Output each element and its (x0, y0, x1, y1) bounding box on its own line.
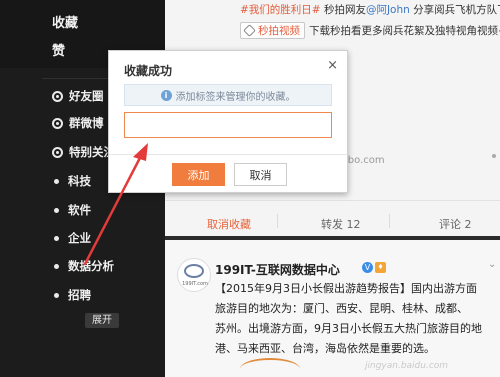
image-thumbnail[interactable] (240, 358, 300, 377)
sidebar-item-label: 好友圈 (69, 89, 104, 103)
sidebar-item-label: 企业 (68, 231, 91, 245)
post-line: 港、马来西亚、台湾，海岛依然是重要的选。 (215, 342, 435, 355)
video-tag[interactable]: 秒拍视频 (240, 22, 305, 39)
author-name[interactable]: 199IT-互联网数据中心 (215, 261, 340, 278)
vip-badge-icon: ♦ (375, 262, 386, 273)
sidebar-item-special-follow[interactable]: 特别关注 (52, 142, 115, 162)
post-line: 苏州。出境游方面，9月3日小长假五大热门旅游目的地 (215, 322, 482, 335)
verified-icon: V (362, 262, 373, 273)
bullet-icon (54, 263, 59, 269)
divider (109, 154, 347, 155)
post-line: 旅游目的地次为：厦门、西安、昆明、桂林、成都、 (215, 302, 468, 315)
sidebar-item-label: 科技 (68, 174, 91, 188)
sidebar-item-label: 群微博 (69, 116, 104, 130)
chevron-down-icon[interactable]: ⌄ (488, 259, 500, 273)
post-text-segment: 秒拍网友 (320, 4, 366, 16)
sidebar-item-data-analysis[interactable]: 数据分析 (52, 256, 114, 276)
sidebar-item-likes[interactable]: 赞 (52, 40, 65, 59)
feed-card: 199IT.com 199IT-互联网数据中心 V ♦ ⌄ 【2015年9月3日… (165, 240, 500, 377)
video-row: 秒拍视频 下载秒拍看更多阅兵花絮及独特视角视频~ (240, 22, 500, 39)
group-weibo-icon (52, 117, 63, 129)
sidebar-item-tech[interactable]: 科技 (52, 171, 91, 191)
more-dot-icon[interactable] (492, 154, 496, 158)
post-line: 【2015年9月3日小长假出游趋势报告】国内出游方面 (215, 282, 477, 295)
friends-circle-icon (52, 90, 63, 102)
sidebar-item-software[interactable]: 软件 (52, 200, 91, 220)
post-text: #我们的胜利日# 秒拍网友@阿John 分享阅兵飞机方队飞过 (240, 2, 500, 17)
bullet-icon (54, 178, 59, 184)
video-description: 下载秒拍看更多阅兵花絮及独特视角视频~ (309, 25, 500, 37)
bullet-icon (54, 235, 59, 241)
repost-button[interactable]: 转发 12 (321, 216, 361, 232)
info-icon: i (160, 89, 172, 101)
sidebar-item-label: 招聘 (68, 288, 91, 302)
tag-input[interactable] (124, 112, 332, 138)
favorite-success-dialog: 收藏成功 × i 添加标签来管理你的收藏。 添加 取消 (108, 50, 348, 193)
sidebar-item-favorites[interactable]: 收藏 (52, 12, 78, 31)
cancel-button[interactable]: 取消 (234, 163, 287, 186)
tag-hint: i 添加标签来管理你的收藏。 (124, 84, 332, 106)
paperclip-icon (243, 24, 256, 37)
avatar-text: 199IT.com (182, 281, 208, 287)
source-link[interactable]: ibo.com (345, 155, 385, 166)
post-text-segment: 分享阅兵飞机方队飞过 (413, 4, 500, 16)
divider (165, 200, 500, 201)
sidebar-item-label: 软件 (68, 203, 91, 217)
divider (389, 214, 390, 228)
sidebar-item-friends-circle[interactable]: 好友圈 (52, 86, 104, 106)
unfavorite-button[interactable]: 取消收藏 (207, 216, 251, 232)
add-button[interactable]: 添加 (172, 163, 225, 186)
bullet-icon (54, 207, 59, 213)
comment-button[interactable]: 评论 2 (439, 216, 472, 232)
sidebar-item-enterprise[interactable]: 企业 (52, 228, 91, 248)
special-follow-icon (52, 146, 63, 158)
dialog-title: 收藏成功 (124, 64, 173, 78)
bullet-icon (54, 292, 59, 298)
hint-text: 添加标签来管理你的收藏。 (175, 91, 296, 103)
avatar[interactable]: 199IT.com (177, 258, 211, 292)
sidebar-item-recruitment[interactable]: 招聘 (52, 285, 91, 305)
globe-icon (184, 264, 204, 278)
expand-button[interactable]: 展开 (85, 313, 119, 328)
video-tag-label: 秒拍视频 (258, 25, 300, 37)
sidebar-item-label: 数据分析 (68, 259, 114, 273)
hashtag-link[interactable]: #我们的胜利日# (240, 4, 321, 16)
sidebar-item-group-weibo[interactable]: 群微博 (52, 113, 104, 133)
divider (277, 214, 278, 228)
mention-link[interactable]: @阿John (366, 4, 410, 16)
watermark: jingyan.baidu.com (365, 361, 449, 371)
close-icon[interactable]: × (327, 58, 338, 73)
